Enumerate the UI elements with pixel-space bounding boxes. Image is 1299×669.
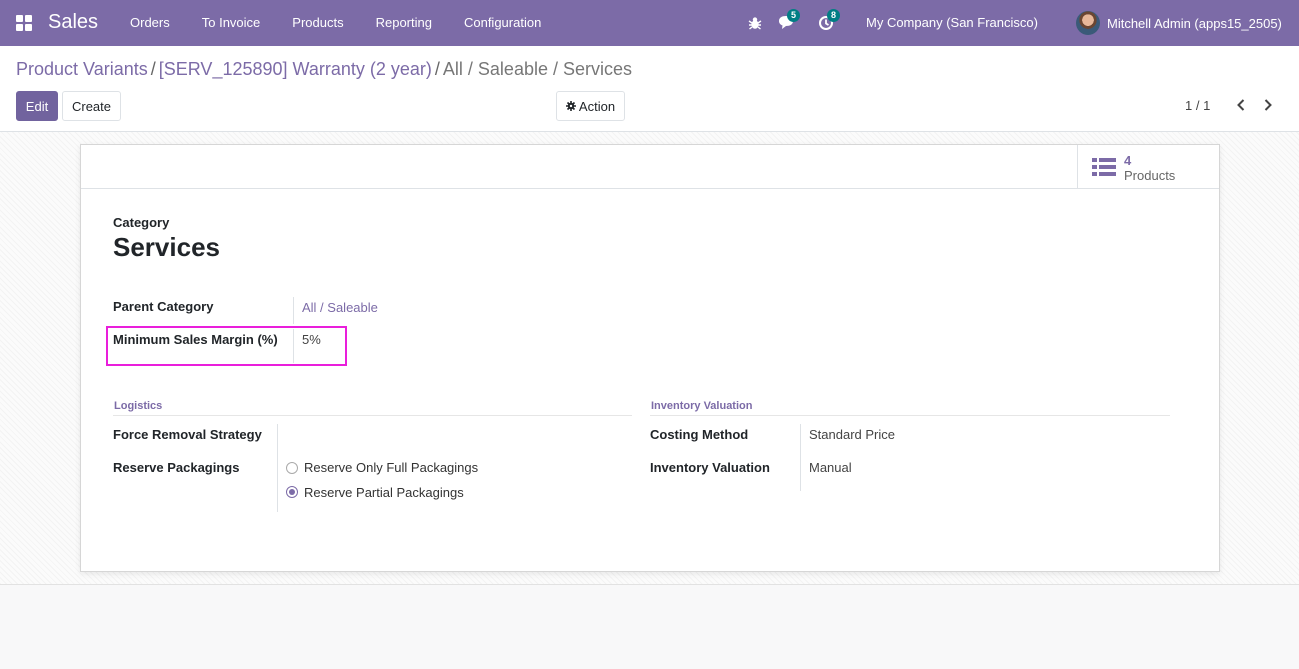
inventory-valuation-label: Inventory Valuation	[650, 460, 770, 475]
pager-next-icon[interactable]	[1260, 97, 1276, 113]
pager-value: 1 / 1	[1185, 98, 1211, 113]
messages-count-badge: 5	[787, 9, 801, 22]
products-label: Products	[1124, 168, 1176, 183]
chevron-right-icon	[1264, 99, 1272, 111]
app-name[interactable]: Sales	[48, 11, 98, 34]
edit-button[interactable]: Edit	[16, 91, 58, 121]
parent-category-label: Parent Category	[113, 299, 214, 314]
activities-count-badge: 8	[827, 9, 841, 22]
company-switcher[interactable]: My Company (San Francisco)	[866, 15, 1038, 30]
breadcrumb-product-variants[interactable]: Product Variants	[16, 59, 148, 79]
action-button[interactable]: Action	[556, 91, 625, 121]
action-label: Action	[578, 98, 616, 114]
chevron-left-icon	[1237, 99, 1245, 111]
field-separator	[800, 424, 801, 491]
menu-configuration[interactable]: Configuration	[448, 0, 557, 46]
reserve-packagings-label: Reserve Packagings	[113, 460, 240, 475]
section-divider	[113, 415, 632, 416]
costing-method-label: Costing Method	[650, 427, 749, 442]
user-avatar	[1076, 11, 1100, 35]
category-title: Services	[113, 232, 220, 262]
main-menu: Orders To Invoice Products Reporting Con…	[114, 0, 557, 46]
menu-orders[interactable]: Orders	[114, 0, 186, 46]
top-navbar: Sales Orders To Invoice Products Reporti…	[0, 0, 1299, 46]
gear-icon	[565, 101, 576, 111]
control-panel: Product Variants / [SERV_125890] Warranty …	[0, 46, 1299, 132]
user-menu[interactable]: Mitchell Admin (apps15_2505)	[1076, 11, 1282, 35]
field-separator	[277, 424, 278, 512]
clock-icon[interactable]: 8	[818, 9, 841, 31]
breadcrumb-separator: /	[150, 59, 156, 79]
bug-icon-svg	[748, 17, 762, 30]
radio-reserve-partial-label[interactable]: Reserve Partial Packagings	[304, 485, 464, 500]
breadcrumb-current: All / Saleable / Services	[442, 59, 632, 79]
bug-icon[interactable]	[747, 15, 763, 31]
chat-icon[interactable]: 5	[778, 9, 801, 31]
radio-reserve-partial[interactable]	[286, 486, 298, 498]
user-name: Mitchell Admin (apps15_2505)	[1107, 15, 1282, 31]
pager-previous-icon[interactable]	[1233, 97, 1249, 113]
category-label: Category	[113, 215, 170, 230]
apps-grid-icon[interactable]	[16, 15, 32, 31]
create-button[interactable]: Create	[62, 91, 121, 121]
menu-to-invoice[interactable]: To Invoice	[186, 0, 277, 46]
section-divider	[650, 415, 1170, 416]
radio-reserve-full[interactable]	[286, 462, 298, 474]
force-removal-strategy-label: Force Removal Strategy	[113, 427, 262, 442]
products-count: 4	[1124, 153, 1132, 168]
breadcrumb: Product Variants / [SERV_125890] Warranty …	[16, 59, 632, 80]
breadcrumb-separator: /	[434, 59, 440, 79]
field-separator	[293, 297, 294, 324]
parent-category-value[interactable]: All / Saleable	[302, 300, 378, 315]
radio-reserve-full-label[interactable]: Reserve Only Full Packagings	[304, 460, 478, 475]
button-box: 4 Products	[81, 145, 1219, 189]
costing-method-value: Standard Price	[809, 427, 895, 442]
highlight-box	[106, 326, 347, 366]
inventory-valuation-value: Manual	[809, 460, 852, 475]
inventory-valuation-section-title: Inventory Valuation	[651, 400, 753, 412]
products-smart-button[interactable]: 4 Products	[1077, 145, 1219, 189]
menu-products[interactable]: Products	[276, 0, 359, 46]
list-icon	[1092, 158, 1116, 176]
breadcrumb-warranty[interactable]: [SERV_125890] Warranty (2 year)	[159, 59, 432, 79]
menu-reporting[interactable]: Reporting	[360, 0, 448, 46]
logistics-section-title: Logistics	[114, 400, 163, 412]
